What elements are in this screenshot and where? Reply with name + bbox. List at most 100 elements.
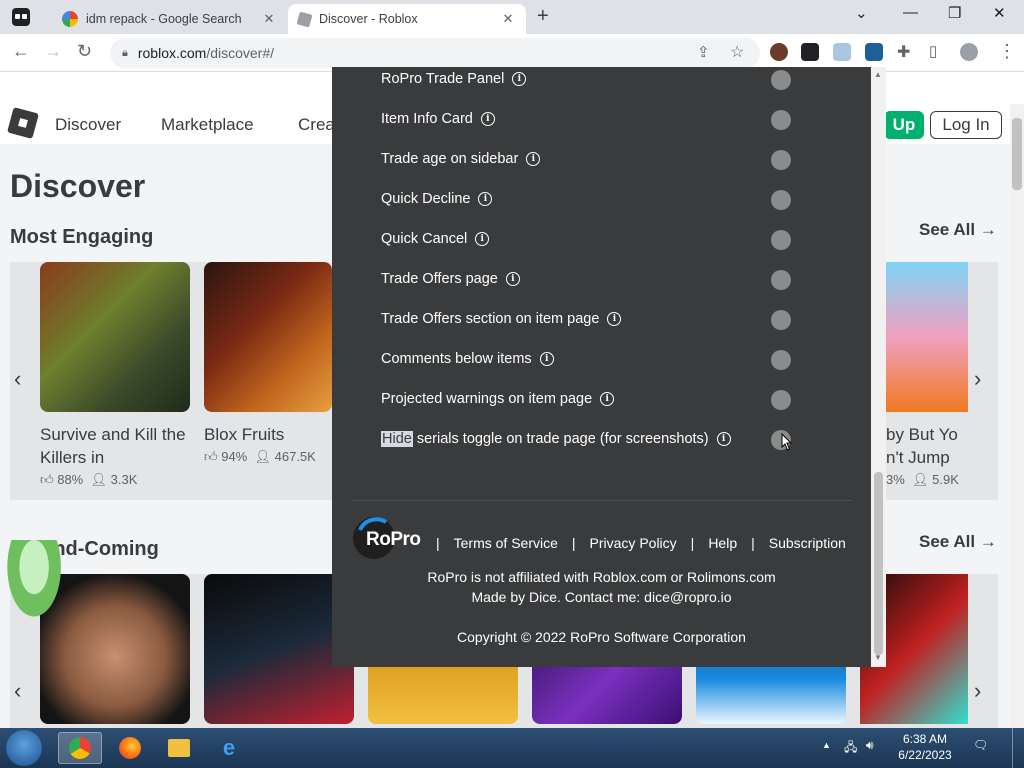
- volume-icon[interactable]: 🔊︎: [866, 738, 874, 753]
- network-icon[interactable]: 🖧︎: [844, 738, 857, 759]
- profile-avatar-icon[interactable]: [960, 43, 978, 61]
- ropro-logo[interactable]: RoPro: [352, 516, 432, 560]
- toggle-switch[interactable]: [771, 70, 791, 90]
- toggle-switch[interactable]: [771, 270, 791, 290]
- toggle-switch[interactable]: [771, 350, 791, 370]
- copyright-text: Copyright © 2022 RoPro Software Corporat…: [457, 629, 746, 645]
- player-count: 467.5K: [274, 449, 316, 464]
- game-thumbnail-nose[interactable]: [40, 574, 190, 724]
- info-icon[interactable]: i: [716, 432, 731, 446]
- info-icon[interactable]: i: [505, 272, 520, 286]
- menu-kebab-icon[interactable]: ⋮: [998, 41, 1016, 62]
- profile-tab-icon[interactable]: [12, 8, 30, 26]
- game-thumbnail-blox-fruits[interactable]: [204, 262, 332, 412]
- setting-row: Quick Cancel i: [381, 228, 490, 250]
- extensions-puzzle-icon[interactable]: ✚: [897, 42, 910, 62]
- info-icon[interactable]: i: [480, 112, 495, 126]
- info-icon[interactable]: i: [478, 192, 493, 206]
- close-tab-icon[interactable]: ✕: [500, 11, 516, 27]
- roblox-logo-icon[interactable]: [7, 107, 39, 139]
- taskbar-explorer[interactable]: [157, 732, 201, 764]
- show-desktop-button[interactable]: [1012, 728, 1024, 768]
- ropro-scrollbar[interactable]: ▲ ▼: [871, 67, 886, 667]
- game-title[interactable]: Survive and Kill the Killers in: [40, 423, 190, 469]
- info-icon[interactable]: i: [607, 312, 622, 326]
- page-scrollbar[interactable]: [1010, 104, 1024, 728]
- players-icon: 👤︎: [254, 449, 271, 464]
- game-title[interactable]: by But Yo n't Jump: [886, 423, 976, 469]
- ropro-scrollbar-thumb[interactable]: [874, 472, 883, 655]
- forward-icon[interactable]: →: [44, 41, 62, 62]
- google-icon: [62, 11, 78, 27]
- separator: |: [436, 535, 440, 551]
- tab-google-search[interactable]: idm repack - Google Search ✕: [52, 4, 287, 34]
- lock-icon[interactable]: 🔒︎: [122, 47, 128, 60]
- extension-avatar-icon[interactable]: [770, 43, 788, 61]
- setting-row: Comments below items i: [381, 348, 554, 370]
- ropro-extension-icon[interactable]: [865, 43, 883, 61]
- carousel-right-arrow-icon[interactable]: ›: [974, 678, 981, 704]
- scroll-down-arrow-icon[interactable]: ▼: [874, 653, 882, 662]
- privacy-policy-link[interactable]: Privacy Policy: [590, 535, 677, 551]
- start-button[interactable]: [6, 730, 42, 766]
- see-all-most-engaging-link[interactable]: See All →: [919, 220, 997, 240]
- page-scrollbar-thumb[interactable]: [1012, 118, 1022, 190]
- section-most-engaging-title: Most Engaging: [10, 226, 154, 248]
- game-thumbnail-dont-jump[interactable]: [886, 262, 968, 412]
- extension-cloud-icon[interactable]: [833, 43, 851, 61]
- carousel-left-arrow-icon[interactable]: ‹: [14, 678, 21, 704]
- toggle-switch[interactable]: [771, 390, 791, 410]
- separator: |: [571, 535, 576, 551]
- game-thumbnail-survive-area51[interactable]: [40, 262, 190, 412]
- back-icon[interactable]: ←: [12, 41, 30, 62]
- sign-up-button[interactable]: Up: [884, 111, 924, 139]
- share-icon[interactable]: ⇪: [697, 43, 710, 61]
- info-icon[interactable]: i: [526, 152, 541, 166]
- toggle-switch[interactable]: [771, 110, 791, 130]
- close-window-icon[interactable]: ✕: [993, 4, 1006, 22]
- bookmark-star-icon[interactable]: ☆: [730, 42, 744, 62]
- nav-marketplace[interactable]: Marketplace: [161, 115, 254, 135]
- extension-bear-icon[interactable]: [801, 43, 819, 61]
- windows-taskbar: e ▲ 🖧︎ 🔊︎ 6:38 AM 6/22/2023 🗨︎: [0, 728, 1024, 768]
- nav-create[interactable]: Crea: [298, 115, 335, 135]
- setting-label: Trade Offers page: [381, 271, 498, 287]
- toggle-switch[interactable]: [771, 310, 791, 330]
- scroll-up-arrow-icon[interactable]: ▲: [874, 70, 882, 79]
- tray-expand-icon[interactable]: ▲: [822, 740, 831, 750]
- game-stats: 👍︎ 88% 👤︎ 3.3K: [40, 472, 137, 488]
- help-link[interactable]: Help: [708, 535, 737, 551]
- info-icon[interactable]: i: [539, 352, 554, 366]
- side-panel-icon[interactable]: ▯: [929, 42, 937, 60]
- nav-discover[interactable]: Discover: [55, 115, 121, 135]
- carousel-right-arrow-icon[interactable]: ›: [974, 366, 981, 392]
- toggle-switch[interactable]: [771, 230, 791, 250]
- new-tab-button[interactable]: +: [537, 5, 549, 28]
- player-count: 3.3K: [110, 472, 138, 487]
- setting-row: Trade Offers section on item page i: [381, 308, 622, 330]
- taskbar-chrome[interactable]: [58, 732, 102, 764]
- tab-roblox-discover[interactable]: Discover - Roblox ✕: [288, 4, 526, 34]
- address-bar[interactable]: 🔒︎ roblox.com/discover#/: [110, 38, 760, 68]
- notification-icon[interactable]: 🗨︎: [973, 738, 988, 752]
- restore-icon[interactable]: ❐: [948, 4, 961, 22]
- terms-of-service-link[interactable]: Terms of Service: [454, 535, 558, 551]
- reload-icon[interactable]: ↻: [77, 41, 92, 62]
- tab-search-icon[interactable]: ⌄: [855, 4, 868, 22]
- taskbar-firefox[interactable]: [108, 732, 152, 764]
- clock[interactable]: 6:38 AM 6/22/2023: [890, 732, 960, 762]
- info-icon[interactable]: i: [600, 392, 615, 406]
- minimize-icon[interactable]: —: [903, 4, 918, 21]
- toggle-switch[interactable]: [771, 150, 791, 170]
- info-icon[interactable]: i: [512, 72, 527, 86]
- info-icon[interactable]: i: [475, 232, 490, 246]
- see-all-up-and-coming-link[interactable]: See All →: [919, 532, 997, 552]
- log-in-button[interactable]: Log In: [930, 111, 1002, 139]
- toggle-switch[interactable]: [771, 190, 791, 210]
- taskbar-edge[interactable]: e: [207, 732, 251, 764]
- close-tab-icon[interactable]: ✕: [261, 11, 277, 27]
- firefox-icon: [119, 737, 141, 759]
- subscription-link[interactable]: Subscription: [769, 535, 846, 551]
- separator: |: [690, 535, 695, 551]
- carousel-left-arrow-icon[interactable]: ‹: [14, 366, 21, 392]
